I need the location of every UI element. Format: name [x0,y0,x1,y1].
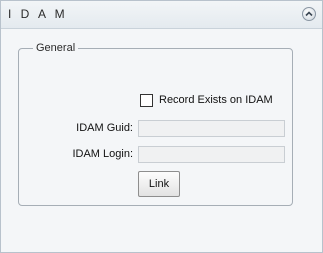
panel-title: I D A M [8,7,68,21]
general-legend: General [36,42,76,54]
record-exists-checkbox[interactable] [140,94,153,107]
panel-body: General Record Exists on IDAM IDAM Guid:… [1,29,322,252]
record-exists-label: Record Exists on IDAM [159,94,273,106]
idam-panel: I D A M General Record Exists on IDAM ID… [0,0,323,253]
idam-guid-label: IDAM Guid: [76,122,133,134]
idam-login-label: IDAM Login: [72,148,133,160]
chevron-up-icon [305,11,313,17]
idam-login-field[interactable] [138,146,285,163]
panel-header: I D A M [1,1,322,29]
link-button[interactable]: Link [138,171,180,197]
collapse-button[interactable] [302,7,316,21]
idam-guid-field[interactable] [138,120,285,137]
